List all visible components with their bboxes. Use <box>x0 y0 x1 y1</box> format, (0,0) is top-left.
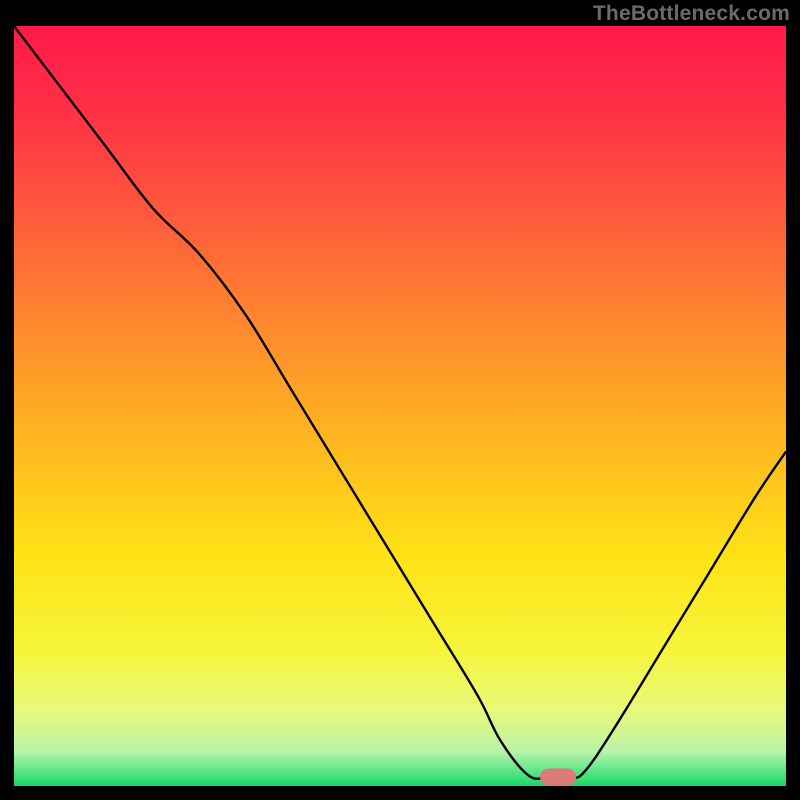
watermark-text: TheBottleneck.com <box>593 2 790 26</box>
bottleneck-curve <box>14 26 786 786</box>
chart-frame <box>14 26 786 786</box>
optimal-marker <box>540 768 576 785</box>
